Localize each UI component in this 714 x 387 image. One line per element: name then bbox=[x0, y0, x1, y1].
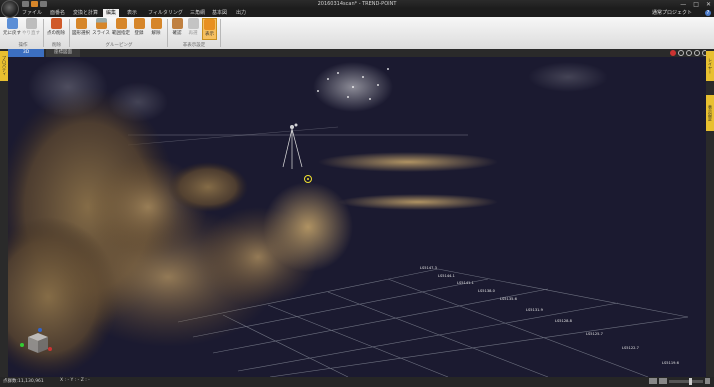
display-button[interactable]: 表示 bbox=[202, 18, 217, 40]
point-label: LS5131.9 bbox=[526, 308, 543, 312]
release-icon bbox=[150, 18, 162, 29]
help-icon[interactable]: ? bbox=[705, 10, 711, 16]
delete-points-label: 点の削除 bbox=[47, 31, 65, 36]
layer-side-tab[interactable]: レイヤー bbox=[706, 51, 714, 81]
point-cloud-render bbox=[8, 57, 689, 377]
view-controls bbox=[670, 50, 708, 56]
confirm-button[interactable]: 確認 bbox=[170, 18, 184, 40]
zoom-in-icon[interactable] bbox=[705, 378, 710, 384]
document-tab-bar: 3D 座標図面 bbox=[0, 49, 714, 57]
confirm-label: 確認 bbox=[172, 31, 182, 36]
maximize-button[interactable]: □ bbox=[693, 1, 699, 8]
title-bar: 20160314scan* - TREND-POINT — □ ✕ bbox=[0, 0, 714, 18]
ribbon-separator bbox=[69, 19, 70, 47]
slice-button[interactable]: スライス bbox=[92, 18, 110, 40]
point-label: LS5135.6 bbox=[500, 297, 517, 301]
layout-icon[interactable] bbox=[659, 378, 667, 384]
group-hide-settings: 非表示設定 bbox=[182, 43, 206, 48]
tab-triangulation[interactable]: 三角網 bbox=[190, 9, 205, 17]
point-label: LS5128.8 bbox=[555, 319, 572, 323]
release-label: 解除 bbox=[151, 31, 161, 36]
point-label: LS5125.7 bbox=[586, 332, 603, 336]
confirm-icon bbox=[171, 18, 183, 29]
undo-label: 元に戻す bbox=[3, 31, 21, 36]
group-operation: 操作 bbox=[18, 43, 28, 48]
tab-basemap[interactable]: 基本図 bbox=[212, 9, 227, 17]
app-logo[interactable] bbox=[1, 0, 19, 18]
record-icon[interactable] bbox=[670, 50, 676, 56]
range-icon bbox=[115, 18, 127, 29]
shape-select-icon bbox=[75, 18, 87, 29]
ribbon-tab-bar: ファイル 面番名 変換と計算 編集 表示 フィルタリング 三角網 基本図 出力 … bbox=[0, 9, 714, 17]
tab-coordinate-drawing[interactable]: 座標図面 bbox=[46, 49, 80, 57]
register-icon bbox=[133, 18, 145, 29]
tab-view[interactable]: 表示 bbox=[127, 9, 137, 17]
delete-points-button[interactable]: 点の削除 bbox=[46, 18, 66, 40]
point-count: 点群数:11,130,961 bbox=[3, 379, 44, 384]
range-button[interactable]: 範囲指定 bbox=[112, 18, 130, 40]
status-bar: 点群数:11,130,961 X : - Y : - Z : - bbox=[0, 377, 714, 387]
point-label: LS5141.1 bbox=[457, 281, 474, 285]
window-title: 20160314scan* - TREND-POINT bbox=[317, 1, 397, 7]
shape-select-button[interactable]: 図形選択 bbox=[72, 18, 90, 40]
zoom-slider[interactable] bbox=[669, 377, 703, 385]
delete-points-icon bbox=[50, 18, 62, 29]
tab-face-name[interactable]: 面番名 bbox=[50, 9, 65, 17]
tab-3d[interactable]: 3D bbox=[8, 49, 44, 57]
orientation-gizmo[interactable] bbox=[14, 327, 54, 357]
group-grouping: グルーピング bbox=[105, 43, 133, 48]
slice-icon bbox=[95, 18, 107, 29]
redo-button[interactable]: やり直す bbox=[22, 18, 40, 40]
reselect-icon bbox=[187, 18, 199, 29]
undo-icon bbox=[6, 18, 18, 29]
cursor-coordinates: X : - Y : - Z : - bbox=[60, 378, 90, 383]
register-button[interactable]: 登録 bbox=[132, 18, 146, 40]
point-label: LS5122.7 bbox=[622, 346, 639, 350]
group-delete: 削除 bbox=[52, 43, 61, 48]
reselect-label: 再選 bbox=[188, 31, 198, 36]
point-label: LS5138.0 bbox=[478, 289, 495, 293]
camera-icon[interactable] bbox=[678, 50, 684, 56]
tab-edit[interactable]: 編集 bbox=[103, 9, 120, 17]
tab-filtering[interactable]: フィルタリング bbox=[148, 9, 183, 17]
settings-icon[interactable] bbox=[694, 50, 700, 56]
window-controls: — □ ✕ bbox=[680, 1, 711, 8]
point-label: LS5119.6 bbox=[662, 361, 679, 365]
display-settings-side-tab[interactable]: 表示設定 bbox=[706, 95, 714, 131]
redo-icon bbox=[25, 18, 37, 29]
ribbon-panel: 元に戻す やり直す 点の削除 図形選択 スライス 範囲指定 登録 解除 確認 再… bbox=[0, 17, 714, 50]
target-icon[interactable] bbox=[686, 50, 692, 56]
property-side-tab[interactable]: プロパティ bbox=[0, 51, 8, 81]
register-label: 登録 bbox=[134, 31, 144, 36]
point-label: LS5147.3 bbox=[420, 266, 437, 270]
slice-label: スライス bbox=[92, 31, 110, 36]
tab-transform[interactable]: 変換と計算 bbox=[73, 9, 98, 17]
3d-viewport[interactable]: LS5147.3 LS5144.1 LS5141.1 LS5138.0 LS51… bbox=[8, 57, 706, 377]
shape-select-label: 図形選択 bbox=[72, 31, 90, 36]
tab-file[interactable]: ファイル bbox=[22, 9, 42, 17]
tab-output[interactable]: 出力 bbox=[236, 9, 246, 17]
range-label: 範囲指定 bbox=[112, 31, 130, 36]
close-button[interactable]: ✕ bbox=[706, 1, 711, 8]
ribbon-separator bbox=[220, 19, 221, 47]
undo-button[interactable]: 元に戻す bbox=[3, 18, 21, 40]
release-button[interactable]: 解除 bbox=[149, 18, 163, 40]
project-label[interactable]: 通常プロジェクト bbox=[652, 9, 692, 17]
display-icon bbox=[204, 19, 215, 30]
reselect-button[interactable]: 再選 bbox=[186, 18, 200, 40]
right-side-panel: レイヤー 表示設定 bbox=[706, 49, 714, 377]
display-label: 表示 bbox=[205, 32, 214, 37]
point-label: LS5144.1 bbox=[438, 274, 455, 278]
left-side-panel: プロパティ bbox=[0, 49, 8, 377]
view-mode-icon[interactable] bbox=[649, 378, 657, 384]
minimize-button[interactable]: — bbox=[680, 1, 686, 8]
redo-label: やり直す bbox=[22, 31, 40, 36]
zoom-controls bbox=[649, 377, 710, 385]
